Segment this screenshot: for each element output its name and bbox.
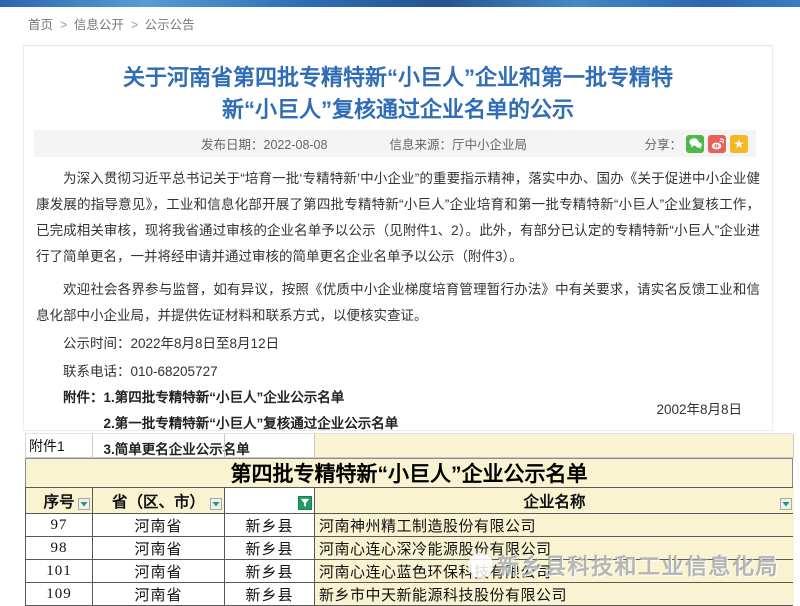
- header-province: 省（区、市）: [93, 488, 225, 513]
- article-body: 为深入贯彻习近平总书记关于“培育一批‘专精特新’中小企业”的重要指示精神，落实中…: [36, 166, 760, 463]
- breadcrumb-current: 公示公告: [145, 18, 195, 32]
- page-title: 关于河南省第四批专精特新“小巨人”企业和第一批专精特 新“小巨人”复核通过企业名…: [24, 46, 772, 126]
- attachment1-row: 附件1: [25, 433, 793, 458]
- contact-phone: 联系电话：010-68205727: [36, 359, 760, 385]
- wechat-share-icon[interactable]: [686, 135, 704, 153]
- cell-province: 河南省: [93, 537, 225, 559]
- breadcrumb: 首页 > 信息公开 > 公示公告: [28, 14, 199, 33]
- header-county: [225, 488, 315, 513]
- cell-company: 河南心连心蓝色环保科技有限公司: [315, 560, 794, 582]
- header-company: 企业名称: [315, 488, 794, 513]
- table-header-row: 序号 省（区、市） 企业名称: [25, 487, 793, 514]
- signature-date: 2002年8月8日: [656, 398, 742, 418]
- table-title: 第四批专精特新“小巨人”企业公示名单: [25, 458, 793, 487]
- breadcrumb-info-disclosure[interactable]: 信息公开: [74, 18, 124, 32]
- table-row: 109 河南省 新乡县 新乡市中天新能源科技股份有限公司: [25, 583, 793, 606]
- empty-cell-yellow: [315, 434, 794, 458]
- cell-county: 新乡县: [225, 537, 315, 559]
- header-serial: 序号: [26, 488, 93, 513]
- attachment-table: 附件1 第四批专精特新“小巨人”企业公示名单 序号 省（区、市） 企业名称 97…: [25, 433, 793, 606]
- paragraph-2: 欢迎社会各界参与监督，如有异议，按照《优质中小企业梯度培育管理暂行办法》中有关要…: [36, 277, 760, 329]
- top-banner-strip: [0, 0, 800, 7]
- cell-company: 河南神州精工制造股份有限公司: [315, 514, 794, 536]
- cell-county: 新乡县: [225, 514, 315, 536]
- publicity-time: 公示时间：2022年8月8日至8月12日: [36, 331, 760, 357]
- paragraph-1: 为深入贯彻习近平总书记关于“培育一批‘专精特新’中小企业”的重要指示精神，落实中…: [36, 166, 760, 270]
- attachment-link-1[interactable]: 1.第四批专精特新“小巨人”企业公示名单: [104, 390, 345, 405]
- cell-province: 河南省: [93, 514, 225, 536]
- header-serial-label: 序号: [43, 490, 74, 512]
- cell-county: 新乡县: [225, 583, 315, 605]
- page-title-line1: 关于河南省第四批专精特新“小巨人”企业和第一批专精特: [123, 65, 673, 90]
- empty-cell: [93, 434, 225, 458]
- attachments-label: 附件：: [63, 390, 104, 405]
- cell-province: 河南省: [93, 560, 225, 582]
- cell-company: 新乡市中天新能源科技股份有限公司: [315, 583, 794, 605]
- header-province-label: 省（区、市）: [112, 490, 205, 512]
- publish-date: 发布日期：2022-08-08: [201, 134, 327, 153]
- breadcrumb-home[interactable]: 首页: [28, 18, 53, 32]
- cell-county: 新乡县: [225, 560, 315, 582]
- article-panel: 关于河南省第四批专精特新“小巨人”企业和第一批专精特 新“小巨人”复核通过企业名…: [23, 45, 773, 431]
- table-row: 98 河南省 新乡县 河南心连心深冷能源股份有限公司: [25, 537, 793, 560]
- weibo-share-icon[interactable]: [708, 135, 726, 153]
- cell-serial: 98: [26, 537, 93, 559]
- cell-serial: 101: [26, 560, 93, 582]
- breadcrumb-separator: >: [131, 18, 138, 32]
- info-source: 信息来源：厅中小企业局: [389, 134, 527, 153]
- table-row: 97 河南省 新乡县 河南神州精工制造股份有限公司: [25, 514, 793, 537]
- filter-dropdown-icon[interactable]: [78, 498, 90, 510]
- filter-dropdown-icon[interactable]: [210, 498, 222, 510]
- table-row: 101 河南省 新乡县 河南心连心蓝色环保科技有限公司: [25, 560, 793, 583]
- cell-serial: 109: [26, 583, 93, 605]
- filter-applied-icon[interactable]: [298, 496, 312, 510]
- header-company-label: 企业名称: [523, 490, 585, 512]
- breadcrumb-separator: >: [60, 18, 67, 32]
- share-bar: 分享： ★: [644, 134, 748, 153]
- cell-company: 河南心连心深冷能源股份有限公司: [315, 537, 794, 559]
- article-meta-bar: 发布日期：2022-08-08 信息来源：厅中小企业局 分享： ★: [34, 130, 756, 157]
- attachment-list-line1: 附件：1.第四批专精特新“小巨人”企业公示名单: [36, 385, 760, 411]
- cell-province: 河南省: [93, 583, 225, 605]
- page-title-line2: 新“小巨人”复核通过企业名单的公示: [222, 97, 574, 122]
- attachment1-label: 附件1: [26, 434, 93, 458]
- share-label: 分享：: [644, 134, 682, 153]
- cell-serial: 97: [26, 514, 93, 536]
- empty-cell: [225, 434, 315, 458]
- qzone-star-share-icon[interactable]: ★: [730, 135, 748, 153]
- filter-dropdown-icon[interactable]: [780, 498, 792, 510]
